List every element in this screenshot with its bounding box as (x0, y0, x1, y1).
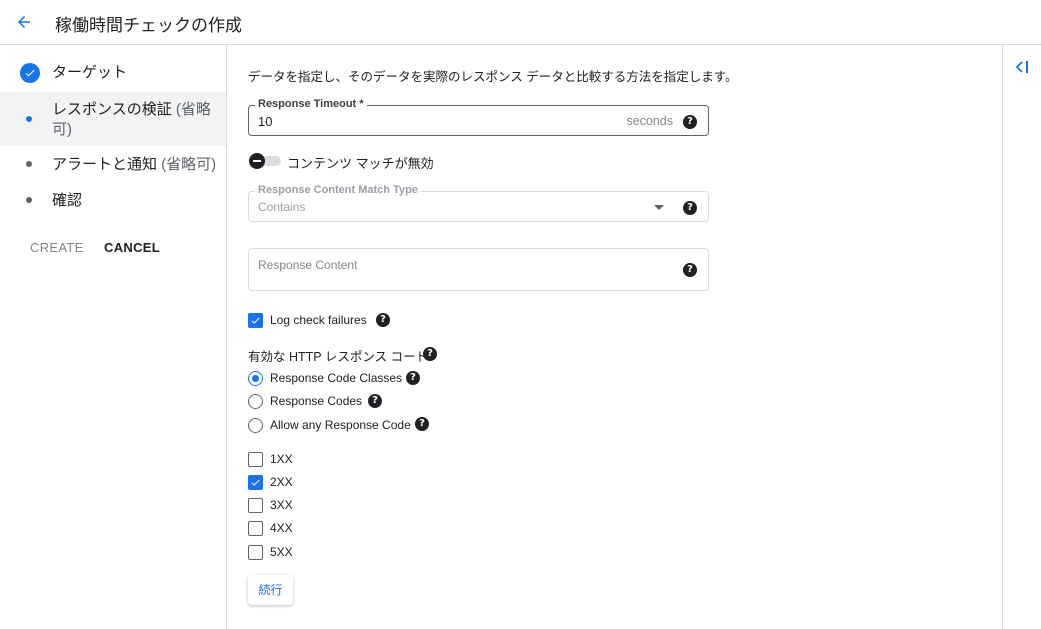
help-icon[interactable]: ? (683, 115, 697, 129)
create-button[interactable]: CREATE (30, 240, 84, 255)
response-timeout-field[interactable]: Response Timeout * 10 seconds ? (248, 98, 709, 136)
checkbox-3xx[interactable] (248, 498, 263, 513)
page-title: 稼働時間チェックの作成 (55, 16, 242, 35)
step-dot-icon (26, 116, 32, 122)
checkbox-label: 4XX (270, 521, 293, 535)
help-icon[interactable]: ? (683, 263, 697, 277)
step-response-validation[interactable]: レスポンスの検証 (省略 可) (0, 92, 226, 146)
dropdown-arrow-icon (654, 205, 664, 210)
checkbox-2xx[interactable] (248, 475, 263, 490)
help-icon[interactable]: ? (683, 201, 697, 215)
radio-response-codes[interactable] (248, 394, 263, 409)
radio-label: Response Code Classes (270, 371, 403, 385)
step-label: ターゲット (52, 64, 128, 81)
app-header: 稼働時間チェックの作成 (0, 0, 1041, 45)
checkbox-4xx[interactable] (248, 521, 263, 536)
cancel-button[interactable]: CANCEL (104, 240, 160, 255)
step-label: 確認 (52, 192, 83, 209)
step-dot-icon (26, 161, 32, 167)
http-codes-title: 有効な HTTP レスポンス コード (248, 350, 429, 364)
back-arrow-icon[interactable] (12, 10, 36, 34)
help-icon[interactable]: ? (423, 347, 437, 361)
help-icon[interactable]: ? (406, 371, 420, 385)
content-match-label: コンテンツ マッチが無効 (287, 156, 434, 171)
response-content-field: Response Content ? (248, 248, 709, 291)
seconds-suffix: seconds (626, 114, 673, 128)
continue-button[interactable]: 続行 (248, 575, 293, 605)
toggle-thumb (249, 153, 265, 169)
content-match-toggle[interactable] (249, 153, 281, 169)
checkbox-1xx[interactable] (248, 452, 263, 467)
field-label: Response Content Match Type (255, 184, 421, 196)
step-dot-icon (26, 197, 32, 203)
radio-label: Allow any Response Code (270, 418, 411, 432)
step-label: レスポンスの検証 (省略 可) (52, 101, 211, 138)
checkbox-label: 2XX (270, 475, 293, 489)
step-label: アラートと通知 (省略可) (52, 156, 217, 173)
response-content-placeholder: Response Content (258, 258, 358, 272)
help-icon[interactable]: ? (415, 417, 429, 431)
check-circle-icon (20, 63, 40, 83)
step-alerts[interactable]: アラートと通知 (省略可) (0, 153, 226, 177)
checkbox-label: 1XX (270, 452, 293, 466)
log-failures-label: Log check failures (270, 313, 367, 327)
checkbox-label: 3XX (270, 498, 293, 512)
help-icon[interactable]: ? (376, 313, 390, 327)
field-label: Response Timeout * (255, 98, 367, 110)
timeout-value[interactable]: 10 (258, 114, 272, 129)
intro-text: データを指定し、そのデータを実際のレスポンス データと比較する方法を指定します。 (248, 70, 738, 84)
right-rail (1002, 45, 1041, 629)
radio-label: Response Codes (270, 394, 363, 408)
collapse-panel-icon[interactable] (1015, 59, 1031, 75)
match-type-value: Contains (258, 200, 306, 214)
radio-allow-any-code[interactable] (248, 418, 263, 433)
checkbox-5xx[interactable] (248, 545, 263, 560)
radio-response-code-classes[interactable] (248, 371, 263, 386)
checkbox-label: 5XX (270, 545, 293, 559)
stepper-sidebar: ターゲット レスポンスの検証 (省略 可) アラートと通知 (省略可) 確認 CR… (0, 45, 227, 629)
step-confirm[interactable]: 確認 (0, 189, 226, 213)
match-type-select: Response Content Match Type Contains ? (248, 184, 709, 222)
step-target[interactable]: ターゲット (0, 61, 226, 85)
log-failures-checkbox[interactable] (248, 313, 263, 328)
help-icon[interactable]: ? (368, 394, 382, 408)
